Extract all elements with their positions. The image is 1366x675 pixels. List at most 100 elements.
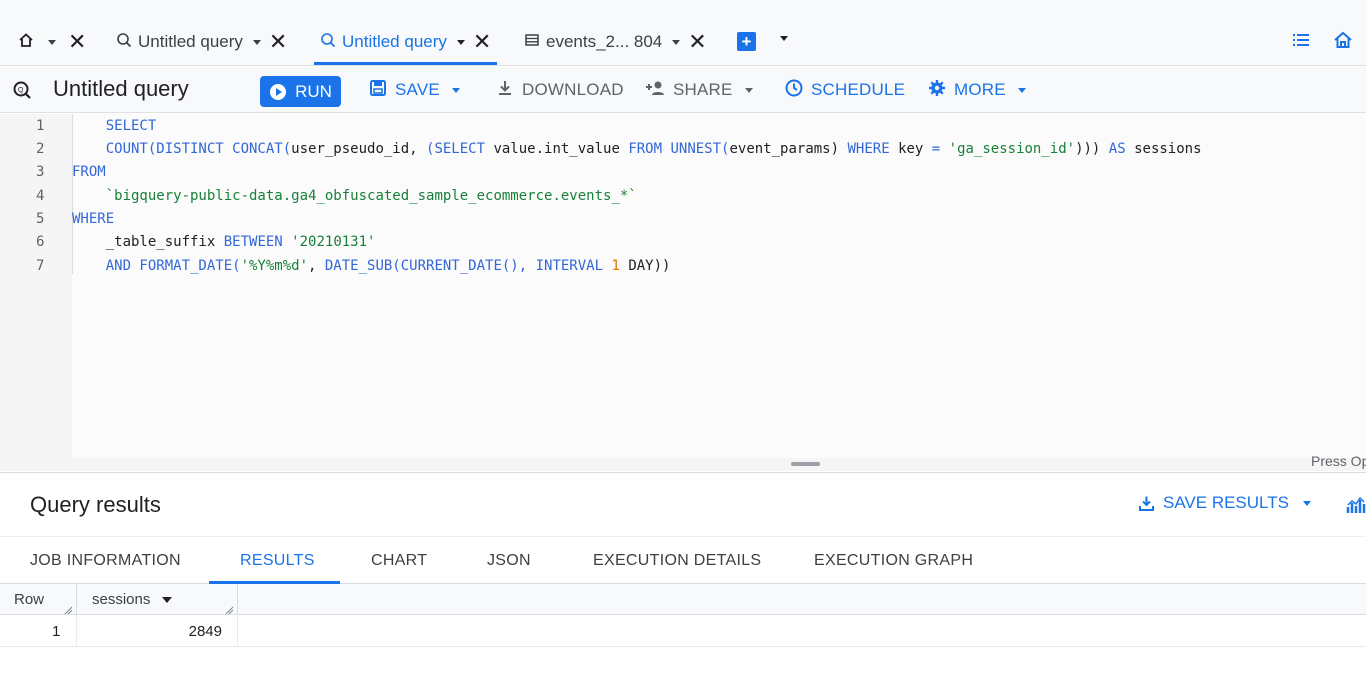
tab-job-information[interactable]: JOB INFORMATION	[30, 537, 181, 585]
code-token: BETWEEN	[223, 234, 292, 250]
sort-down-icon[interactable]	[162, 596, 173, 603]
play-icon	[269, 83, 287, 101]
tab-json[interactable]: JSON	[487, 537, 531, 585]
tab-untitled-query-2[interactable]: Untitled query ✕	[313, 20, 498, 65]
row-number-cell: 1	[52, 622, 61, 640]
line-number: 4	[36, 188, 45, 204]
home-icon[interactable]	[1333, 30, 1353, 55]
column-header-sessions[interactable]: sessions	[92, 584, 180, 615]
code-line[interactable]: `bigquery-public-data.ga4_obfuscated_sam…	[72, 188, 637, 204]
tab-execution-graph[interactable]: EXECUTION GRAPH	[814, 537, 973, 585]
line-number-gutter: 1 2 3 4 5 6 7	[0, 114, 72, 471]
code-token: WHERE	[72, 211, 115, 227]
code-line[interactable]: WHERE	[72, 211, 114, 227]
tab-events-table[interactable]: events_2... 804 ✕	[524, 20, 707, 64]
line-number: 7	[36, 258, 45, 274]
tab-execution-details[interactable]: EXECUTION DETAILS	[593, 537, 761, 585]
chevron-down-icon[interactable]	[672, 39, 681, 45]
code-line[interactable]: SELECT	[72, 118, 157, 134]
sessions-cell[interactable]: 2849	[77, 615, 222, 647]
explore-chart-icon[interactable]	[1346, 495, 1366, 520]
results-header: Query results SAVE RESULTS	[0, 472, 1366, 536]
query-icon	[116, 32, 132, 53]
page-title[interactable]: Untitled query	[53, 76, 189, 102]
save-icon	[369, 79, 387, 102]
code-token: _table_suffix	[105, 234, 224, 250]
results-table-header: Row sessions	[0, 584, 1366, 615]
code-text-area[interactable]	[72, 114, 1366, 458]
run-button[interactable]: RUN	[260, 76, 341, 107]
share-button[interactable]: SHARE	[645, 67, 761, 113]
code-token: DAY))	[628, 258, 671, 274]
download-label: DOWNLOAD	[522, 80, 624, 99]
more-button[interactable]: MORE	[928, 67, 1034, 113]
code-token: 1	[611, 258, 629, 274]
code-token: ,	[308, 258, 325, 274]
chevron-down-icon[interactable]	[48, 39, 56, 45]
tab-untitled-query-1[interactable]: Untitled query ✕	[116, 20, 287, 64]
tab-chart[interactable]: CHART	[371, 537, 427, 585]
column-header-row: Row	[14, 591, 45, 608]
line-number: 1	[36, 118, 45, 134]
code-token: DATE_SUB(CURRENT_DATE(), INTERVAL	[324, 258, 612, 274]
code-token: event_params)	[729, 141, 848, 157]
line-number: 5	[36, 211, 45, 227]
close-icon[interactable]: ✕	[688, 31, 706, 53]
code-token: WHERE	[847, 141, 899, 157]
editor-resize-handle[interactable]	[791, 462, 820, 466]
download-icon	[496, 79, 514, 102]
svg-text:Q: Q	[18, 87, 24, 94]
close-icon[interactable]: ✕	[473, 31, 491, 53]
table-icon	[524, 32, 540, 53]
download-button[interactable]: DOWNLOAD	[496, 67, 624, 113]
add-person-icon	[645, 79, 665, 102]
code-line[interactable]: _table_suffix BETWEEN '20210131'	[72, 234, 376, 250]
code-token: AND FORMAT_DATE(	[105, 258, 241, 274]
code-token: 'ga_session_id'	[948, 141, 1076, 157]
tab-label: events_2... 804	[546, 32, 663, 51]
query-icon	[320, 32, 336, 53]
column-divider	[237, 615, 238, 647]
tab-menu-chevron-icon[interactable]	[780, 36, 788, 41]
chevron-down-icon	[451, 87, 460, 93]
tab-strip: ✕ Untitled query ✕ Untitled query ✕ even…	[0, 0, 1366, 66]
code-line[interactable]: FROM	[72, 164, 106, 180]
column-resize-icon[interactable]	[224, 602, 234, 615]
tab-results[interactable]: RESULTS	[240, 537, 315, 585]
list-icon[interactable]	[1291, 30, 1311, 55]
code-token: '%Y%m%d'	[240, 258, 309, 274]
run-label: RUN	[295, 81, 332, 101]
chevron-down-icon[interactable]	[252, 39, 261, 45]
save-button[interactable]: SAVE	[369, 67, 468, 113]
code-token: '20210131'	[291, 234, 376, 250]
close-icon[interactable]: ✕	[269, 31, 287, 53]
results-tabs: JOB INFORMATION RESULTS CHART JSON EXECU…	[0, 536, 1366, 584]
code-line[interactable]: COUNT(DISTINCT CONCAT(user_pseudo_id, (S…	[72, 141, 1202, 157]
home-tab[interactable]: ✕	[18, 20, 86, 64]
schedule-button[interactable]: SCHEDULE	[785, 67, 905, 113]
column-divider	[76, 584, 77, 615]
clock-icon	[785, 79, 803, 102]
share-label: SHARE	[673, 80, 733, 99]
gear-icon	[928, 79, 946, 102]
table-row[interactable]: 1 2849	[0, 615, 1366, 647]
code-line[interactable]: AND FORMAT_DATE('%Y%m%d', DATE_SUB(CURRE…	[72, 258, 671, 274]
line-number: 2	[36, 141, 45, 157]
schedule-label: SCHEDULE	[811, 80, 906, 99]
code-token: COUNT(DISTINCT CONCAT(	[105, 141, 292, 157]
code-token: `bigquery-public-data.ga4_obfuscated_sam…	[105, 188, 637, 204]
chevron-down-icon[interactable]	[456, 39, 465, 45]
column-resize-icon[interactable]	[63, 602, 73, 615]
close-icon[interactable]: ✕	[68, 31, 86, 53]
query-icon: Q	[12, 80, 32, 105]
save-results-button[interactable]: SAVE RESULTS	[1138, 493, 1319, 513]
line-number: 6	[36, 234, 45, 250]
code-token: FROM UNNEST(	[628, 141, 730, 157]
more-label: MORE	[954, 80, 1006, 99]
tab-label: Untitled query	[342, 32, 447, 51]
tab-label: Untitled query	[138, 32, 243, 51]
code-token: user_pseudo_id,	[291, 141, 427, 157]
new-tab-plus-icon[interactable]: +	[737, 32, 756, 51]
code-token: key	[898, 141, 932, 157]
chevron-down-icon	[744, 87, 753, 93]
